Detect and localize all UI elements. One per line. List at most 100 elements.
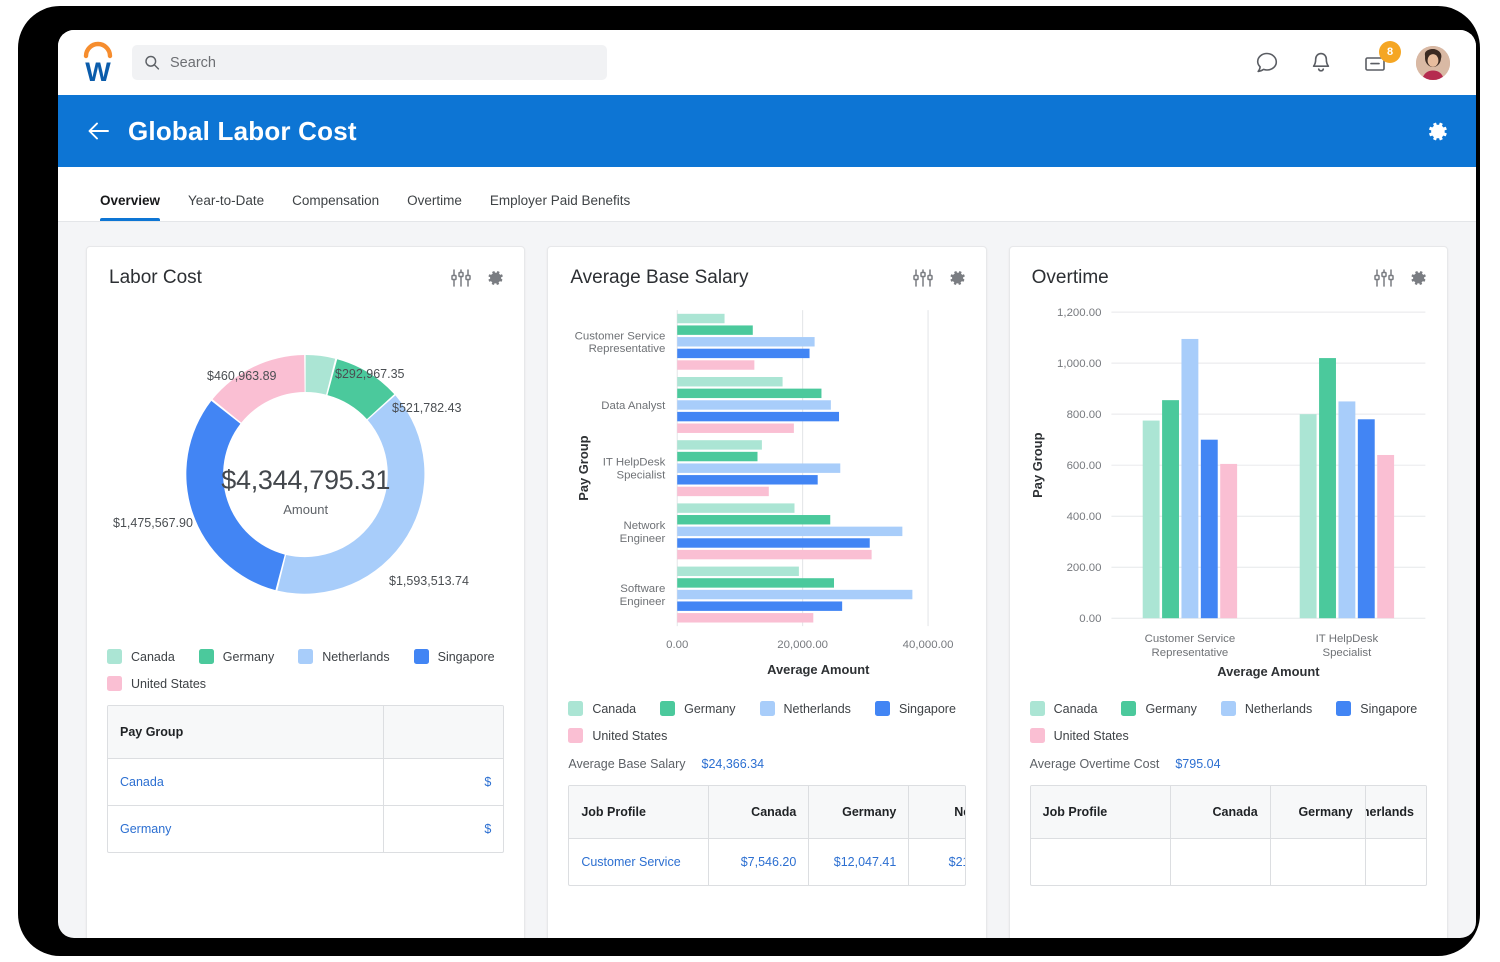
legend-item-germany[interactable]: Germany xyxy=(1121,701,1196,716)
cell-job-profile[interactable] xyxy=(1031,839,1171,885)
bar-germany[interactable] xyxy=(678,389,822,398)
column-header-netherlands[interactable]: Netherlands xyxy=(1366,786,1426,838)
table-row[interactable] xyxy=(1031,838,1426,885)
legend-item-canada[interactable]: Canada xyxy=(1030,701,1098,716)
column-header-germany[interactable]: Germany xyxy=(809,786,909,838)
legend-item-united-states[interactable]: United States xyxy=(1030,728,1129,743)
bar-netherlands[interactable] xyxy=(1338,401,1355,618)
gear-icon[interactable] xyxy=(484,267,506,289)
cell-canada[interactable] xyxy=(1171,839,1271,885)
bar-united-states[interactable] xyxy=(678,550,872,559)
bar-singapore[interactable] xyxy=(678,538,871,547)
table-row[interactable]: Customer Service $7,546.20 $12,047.41 $2… xyxy=(569,838,964,885)
chat-icon[interactable] xyxy=(1254,50,1280,76)
summary-value[interactable]: $24,366.34 xyxy=(702,757,765,771)
gear-icon[interactable] xyxy=(946,267,968,289)
bar-netherlands[interactable] xyxy=(1181,339,1198,618)
legend-item-united-states[interactable]: United States xyxy=(568,728,667,743)
bar-united-states[interactable] xyxy=(1220,464,1237,618)
summary-label: Average Overtime Cost xyxy=(1030,757,1160,771)
cell-netherlands[interactable]: $21,907. xyxy=(909,839,965,885)
table-row[interactable]: Germany $ xyxy=(108,805,503,852)
bar-netherlands[interactable] xyxy=(678,400,832,409)
legend-item-canada[interactable]: Canada xyxy=(568,701,636,716)
bar-united-states[interactable] xyxy=(678,613,814,622)
back-arrow-icon[interactable] xyxy=(86,118,112,144)
cell-pay-group[interactable]: Germany xyxy=(108,806,384,852)
tab-overtime[interactable]: Overtime xyxy=(393,193,476,221)
cell-germany[interactable]: $12,047.41 xyxy=(809,839,909,885)
x-tick-label: 20,000.00 xyxy=(778,639,829,651)
bar-germany[interactable] xyxy=(678,452,758,461)
dashboard-grid: Labor Cost xyxy=(58,222,1476,938)
inbox-icon[interactable]: 8 xyxy=(1362,50,1388,76)
summary-value[interactable]: $795.04 xyxy=(1175,757,1220,771)
bar-canada[interactable] xyxy=(678,567,800,576)
bar-singapore[interactable] xyxy=(1200,440,1217,619)
cell-netherlands[interactable] xyxy=(1366,839,1426,885)
bar-netherlands[interactable] xyxy=(678,590,913,599)
column-header-amount[interactable] xyxy=(384,706,503,758)
cell-canada[interactable]: $7,546.20 xyxy=(709,839,809,885)
bar-canada[interactable] xyxy=(1299,414,1316,618)
bar-united-states[interactable] xyxy=(678,487,770,496)
legend-item-singapore[interactable]: Singapore xyxy=(414,649,495,664)
legend-item-united-states[interactable]: United States xyxy=(107,676,206,691)
bar-singapore[interactable] xyxy=(678,412,840,421)
bar-canada[interactable] xyxy=(678,377,783,386)
column-header-job-profile[interactable]: Job Profile xyxy=(569,786,709,838)
tab-year-to-date[interactable]: Year-to-Date xyxy=(174,193,278,221)
legend-item-germany[interactable]: Germany xyxy=(199,649,274,664)
gear-icon[interactable] xyxy=(1425,119,1450,144)
avatar[interactable] xyxy=(1416,46,1450,80)
cell-job-profile[interactable]: Customer Service xyxy=(569,839,709,885)
legend-item-canada[interactable]: Canada xyxy=(107,649,175,664)
legend-item-netherlands[interactable]: Netherlands xyxy=(760,701,851,716)
filter-sliders-icon[interactable] xyxy=(1373,267,1395,289)
bar-netherlands[interactable] xyxy=(678,527,903,536)
legend-overtime: Canada Germany Netherlands Singapore xyxy=(1010,701,1447,743)
bar-singapore[interactable] xyxy=(678,475,818,484)
cell-germany[interactable] xyxy=(1271,839,1366,885)
bar-germany[interactable] xyxy=(678,515,831,524)
legend-item-netherlands[interactable]: Netherlands xyxy=(298,649,389,664)
bar-netherlands[interactable] xyxy=(678,337,815,346)
bar-canada[interactable] xyxy=(1142,421,1159,619)
bar-united-states[interactable] xyxy=(1377,455,1394,618)
tab-employer-paid-benefits[interactable]: Employer Paid Benefits xyxy=(476,193,644,221)
legend-item-netherlands[interactable]: Netherlands xyxy=(1221,701,1312,716)
column-header-job-profile[interactable]: Job Profile xyxy=(1031,786,1171,838)
legend-item-singapore[interactable]: Singapore xyxy=(1336,701,1417,716)
tab-compensation[interactable]: Compensation xyxy=(278,193,393,221)
search-bar[interactable] xyxy=(132,45,607,80)
workday-logo-icon[interactable]: W xyxy=(78,41,118,85)
bar-netherlands[interactable] xyxy=(678,463,841,472)
filter-sliders-icon[interactable] xyxy=(912,267,934,289)
bar-canada[interactable] xyxy=(678,503,795,512)
column-header-netherlands[interactable]: Netherl xyxy=(909,786,965,838)
bar-germany[interactable] xyxy=(1162,400,1179,618)
legend-item-germany[interactable]: Germany xyxy=(660,701,735,716)
bar-canada[interactable] xyxy=(678,440,763,449)
filter-sliders-icon[interactable] xyxy=(450,267,472,289)
bar-singapore[interactable] xyxy=(678,601,843,610)
search-input[interactable] xyxy=(170,55,595,71)
bar-germany[interactable] xyxy=(678,578,835,587)
column-header-pay-group[interactable]: Pay Group xyxy=(108,706,384,758)
tab-overview[interactable]: Overview xyxy=(86,193,174,221)
bar-singapore[interactable] xyxy=(678,349,810,358)
bar-canada[interactable] xyxy=(678,314,725,323)
table-row[interactable]: Canada $ xyxy=(108,758,503,805)
cell-pay-group[interactable]: Canada xyxy=(108,759,384,805)
bar-united-states[interactable] xyxy=(678,360,755,369)
bar-germany[interactable] xyxy=(678,325,754,334)
bar-united-states[interactable] xyxy=(678,424,795,433)
bar-germany[interactable] xyxy=(1319,358,1336,618)
column-header-canada[interactable]: Canada xyxy=(709,786,809,838)
gear-icon[interactable] xyxy=(1407,267,1429,289)
column-header-canada[interactable]: Canada xyxy=(1171,786,1271,838)
bar-singapore[interactable] xyxy=(1357,419,1374,618)
column-header-germany[interactable]: Germany xyxy=(1271,786,1366,838)
legend-item-singapore[interactable]: Singapore xyxy=(875,701,956,716)
bell-icon[interactable] xyxy=(1308,50,1334,76)
